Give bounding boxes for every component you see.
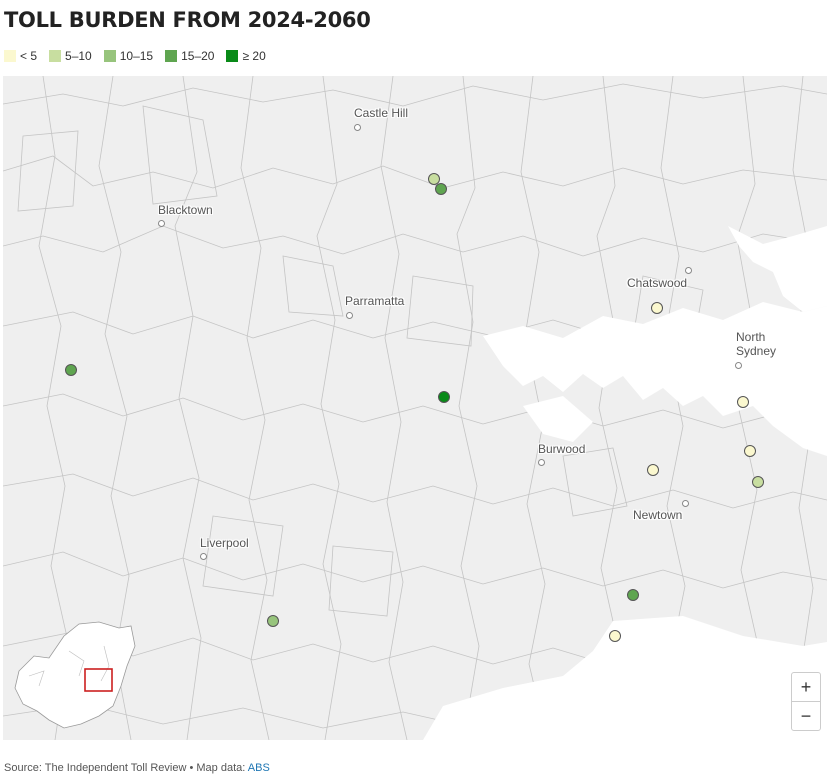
legend-item-15-20: 15–20 — [165, 49, 214, 63]
harbour-water — [423, 226, 827, 740]
map-marker[interactable] — [627, 589, 639, 601]
legend-swatch — [226, 50, 239, 62]
map-canvas[interactable]: Castle Hill Blacktown Parramatta Chatswo… — [3, 76, 827, 740]
legend-swatch — [103, 50, 116, 62]
legend-item-lt5: < 5 — [4, 49, 37, 63]
map-marker[interactable] — [651, 302, 663, 314]
place-dot-newtown — [682, 500, 689, 507]
legend-item-10-15: 10–15 — [103, 49, 154, 63]
legend-item-gte20: ≥ 20 — [226, 49, 266, 63]
place-label-parramatta: Parramatta — [345, 294, 405, 308]
zoom-in-button[interactable]: + — [792, 673, 820, 701]
legend-swatch — [4, 50, 16, 62]
map-marker[interactable] — [267, 615, 279, 627]
map-marker[interactable] — [65, 364, 77, 376]
map-marker[interactable] — [737, 396, 749, 408]
zoom-controls: + − — [791, 672, 821, 731]
map-marker[interactable] — [609, 630, 621, 642]
map-marker[interactable] — [435, 183, 447, 195]
map-marker[interactable] — [744, 445, 756, 457]
source-link[interactable]: ABS — [248, 762, 270, 774]
source-note: Source: The Independent Toll Review • Ma… — [4, 762, 270, 774]
inset-locator-map — [14, 621, 136, 729]
place-label-north-sydney-2: Sydney — [736, 344, 777, 358]
map-marker[interactable] — [438, 391, 450, 403]
map-marker[interactable] — [752, 476, 764, 488]
place-dot-castle-hill — [354, 124, 361, 131]
legend-swatch — [49, 50, 62, 62]
map-title: TOLL BURDEN FROM 2024-2060 — [4, 8, 371, 32]
place-label-castle-hill: Castle Hill — [354, 106, 409, 120]
source-text: Source: The Independent Toll Review • Ma… — [4, 762, 248, 774]
map-marker[interactable] — [647, 464, 659, 476]
legend: < 5 5–10 10–15 15–20 ≥ 20 — [4, 49, 266, 63]
place-label-chatswood: Chatswood — [627, 276, 688, 290]
legend-item-5-10: 5–10 — [49, 49, 92, 63]
zoom-out-button[interactable]: − — [792, 701, 820, 730]
place-label-liverpool: Liverpool — [200, 536, 249, 550]
legend-label: 15–20 — [181, 49, 215, 63]
legend-label: ≥ 20 — [242, 49, 266, 63]
legend-swatch — [165, 50, 178, 62]
legend-label: 5–10 — [65, 49, 92, 63]
place-label-blacktown: Blacktown — [158, 203, 213, 217]
place-dot-burwood — [538, 459, 545, 466]
legend-label: 10–15 — [119, 49, 154, 63]
place-label-burwood: Burwood — [538, 442, 586, 456]
place-dot-parramatta — [346, 312, 353, 319]
place-label-north-sydney-1: North — [736, 330, 766, 344]
place-dot-north-sydney — [735, 362, 742, 369]
place-label-newtown: Newtown — [633, 508, 683, 522]
legend-label: < 5 — [20, 49, 38, 63]
place-dot-blacktown — [158, 220, 165, 227]
place-dot-chatswood — [685, 267, 692, 274]
place-dot-liverpool — [200, 553, 207, 560]
